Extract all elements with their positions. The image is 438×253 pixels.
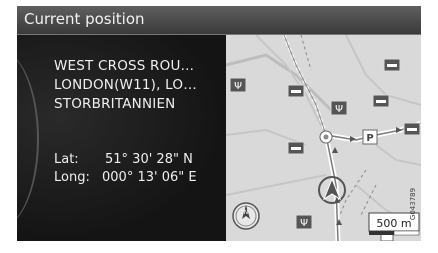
parking-icon[interactable]: P [362,129,378,145]
map-canvas: Ψ Ψ P Ψ N 500 m [226,35,421,241]
svg-text:P: P [366,133,373,144]
restaurant-icon[interactable]: Ψ [229,77,247,93]
address-line-country: STORBRITANNIEN [54,96,176,112]
scale-label: 500 m [376,217,411,230]
longitude-label: Long: [54,170,90,185]
svg-text:Ψ: Ψ [335,104,343,115]
longitude-value: 000° 13' 06" E [102,170,197,185]
panel-decoration-arc [17,49,39,229]
vehicle-position-icon [318,176,346,204]
restaurant-icon[interactable]: Ψ [295,214,313,230]
hotel-icon[interactable] [372,94,390,108]
address-line-city: LONDON(W11), LO… [54,77,197,93]
latitude-value: 51° 30' 28" N [105,152,193,167]
restaurant-icon[interactable]: Ψ [330,100,348,116]
map-view[interactable]: Ψ Ψ P Ψ N 500 m [226,35,421,241]
compass-icon[interactable]: N [232,202,260,230]
latitude-label: Lat: [54,152,79,167]
svg-text:N: N [244,209,249,216]
hotel-icon[interactable] [403,122,421,136]
title-bar: Current position [17,6,421,35]
hotel-icon[interactable] [287,141,305,155]
hotel-icon[interactable] [287,84,305,98]
svg-text:Ψ: Ψ [300,218,308,229]
address-line-street: WEST CROSS ROU… [54,58,195,74]
navigation-screen: Current position WEST CROSS ROU… LONDON(… [17,6,421,241]
svg-text:Ψ: Ψ [234,81,242,92]
page-title: Current position [24,10,145,28]
figure-code: G043789 [409,187,418,221]
hotel-icon[interactable] [383,58,401,72]
position-info-panel: WEST CROSS ROU… LONDON(W11), LO… STORBRI… [17,35,226,241]
